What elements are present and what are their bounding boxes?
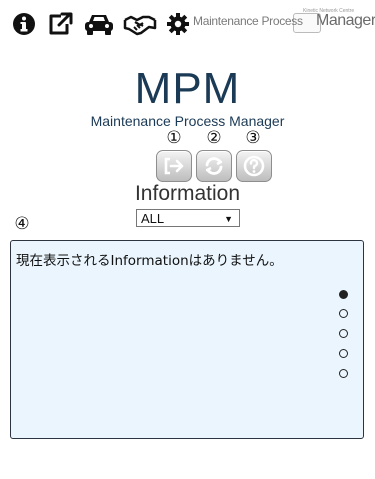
external-link-icon[interactable] xyxy=(47,12,73,36)
no-information-message: 現在表示されるInformationはありません。 xyxy=(16,253,283,269)
brand-logo: Kinetic Network Centre Maintenance Proce… xyxy=(193,8,375,34)
refresh-icon xyxy=(205,157,223,175)
gear-icon[interactable] xyxy=(166,12,190,36)
login-arrow-icon xyxy=(164,157,184,175)
action-number-1: ① xyxy=(166,128,182,148)
page-subtitle: Maintenance Process Manager xyxy=(90,113,285,129)
info-icon[interactable] xyxy=(12,12,36,36)
pager-dot-2[interactable] xyxy=(339,309,348,318)
pager-dot-5[interactable] xyxy=(339,369,348,378)
filter-selected-value: ALL xyxy=(141,211,165,226)
information-heading: Information xyxy=(134,182,241,205)
information-filter-select[interactable]: ALL ▼ xyxy=(136,209,240,227)
panel-number-4: ④ xyxy=(14,214,30,234)
chevron-down-icon: ▼ xyxy=(224,214,233,224)
pager-dot-3[interactable] xyxy=(339,329,348,338)
help-icon xyxy=(243,155,265,177)
information-panel: 現在表示されるInformationはありません。 xyxy=(10,240,364,439)
page-title: MPM xyxy=(134,64,241,113)
action-number-3: ③ xyxy=(245,128,261,148)
brand-text-right: Manager xyxy=(316,12,375,29)
pager-dot-1[interactable] xyxy=(339,290,348,299)
brand-text-left: Maintenance Process xyxy=(193,14,303,28)
action-number-2: ② xyxy=(206,128,222,148)
pager-dot-4[interactable] xyxy=(339,349,348,358)
help-button[interactable] xyxy=(236,150,272,182)
login-button[interactable] xyxy=(156,150,192,182)
refresh-button[interactable] xyxy=(196,150,232,182)
car-icon[interactable] xyxy=(83,12,115,36)
top-toolbar: Kinetic Network Centre Maintenance Proce… xyxy=(0,0,375,46)
handshake-icon[interactable] xyxy=(123,12,157,36)
